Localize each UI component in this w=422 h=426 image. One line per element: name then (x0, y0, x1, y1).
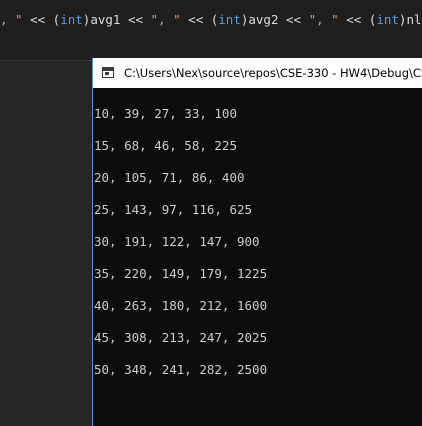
console-output-line: 40, 263, 180, 212, 1600 (94, 298, 268, 313)
console-icon-prompt (105, 72, 109, 75)
code-token-text: )avg2 << (240, 12, 309, 27)
console-window[interactable]: C:\Users\Nex\source\repos\CSE-330 - HW4\… (92, 58, 422, 426)
editor-band (0, 40, 422, 60)
code-editor-line[interactable]: , " << (int)avg1 << ", " << (int)avg2 <<… (0, 0, 422, 40)
code-token-text: << ( (180, 12, 219, 27)
console-output-list: 10, 39, 27, 33, 100 15, 68, 46, 58, 225 … (94, 104, 267, 392)
code-token-text: )avg1 << (82, 12, 151, 27)
code-token-keyword: int (218, 12, 241, 27)
console-window-icon[interactable] (102, 67, 114, 78)
console-output-line: 50, 348, 241, 282, 2500 (94, 362, 268, 377)
code-token-string: ", " (308, 12, 339, 27)
console-title: C:\Users\Nex\source\repos\CSE-330 - HW4\… (124, 66, 422, 80)
console-icon-bar (103, 68, 113, 71)
code-token-string: ", " (150, 12, 181, 27)
desktop-area: , " << (int)avg1 << ", " << (int)avg2 <<… (0, 0, 422, 426)
console-output-line: 15, 68, 46, 58, 225 (94, 138, 237, 153)
code-token-keyword: int (376, 12, 399, 27)
console-output-line: 35, 220, 149, 179, 1225 (94, 266, 268, 281)
console-output-line: 30, 191, 122, 147, 900 (94, 234, 260, 249)
console-output-line: 10, 39, 27, 33, 100 (94, 106, 237, 121)
console-output-line: 45, 308, 213, 247, 2025 (94, 330, 268, 345)
code-token-string: , " (0, 12, 31, 27)
console-output-area[interactable]: 10, 39, 27, 33, 100 15, 68, 46, 58, 225 … (93, 88, 422, 426)
code-token-text: << ( (338, 12, 377, 27)
console-output-line: 20, 105, 71, 86, 400 (94, 170, 245, 185)
code-token-text: )nlogn < (398, 12, 422, 27)
code-token-text: << ( (30, 12, 61, 27)
console-output-line: 25, 143, 97, 116, 625 (94, 202, 253, 217)
code-token-keyword: int (60, 12, 83, 27)
console-title-bar[interactable]: C:\Users\Nex\source\repos\CSE-330 - HW4\… (93, 58, 422, 88)
